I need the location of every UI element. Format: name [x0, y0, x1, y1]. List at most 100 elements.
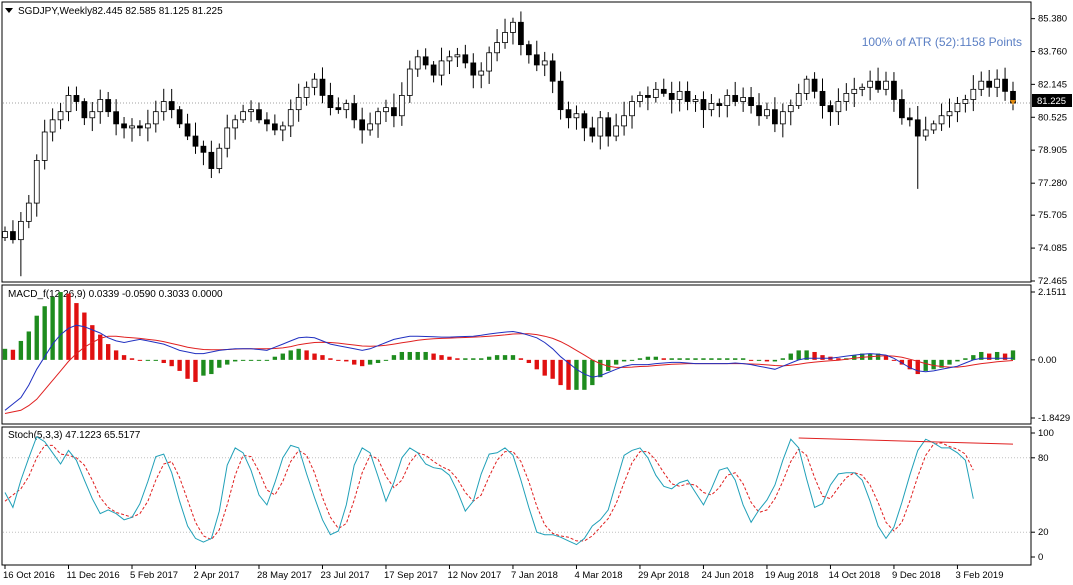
macd-histogram-bar [280, 353, 285, 360]
price-candle [589, 127, 596, 137]
macd-histogram-bar [34, 315, 39, 360]
price-candle [565, 109, 572, 119]
price-candle [65, 95, 72, 113]
macd-histogram-bar [669, 358, 674, 360]
price-candle [422, 56, 429, 66]
macd-histogram-bar [709, 358, 714, 360]
macd-histogram-bar [256, 359, 262, 361]
macd-histogram-bar [677, 358, 682, 360]
price-candle [430, 64, 437, 76]
price-candle [18, 220, 24, 241]
price-candle [264, 119, 270, 125]
current-price-label: 81.225 [1037, 96, 1066, 107]
price-candle [406, 68, 413, 96]
macd-histogram-bar [359, 359, 365, 367]
price-candle [89, 111, 96, 119]
price-candle [438, 60, 445, 76]
price-candle [208, 151, 215, 169]
macd-histogram-bar [780, 358, 786, 360]
price-candle [256, 109, 262, 121]
price-candle [73, 95, 80, 102]
price-candle [883, 80, 889, 90]
macd-histogram-bar [113, 350, 119, 360]
macd-histogram-bar [137, 359, 143, 361]
macd-histogram-bar [344, 359, 349, 362]
price-candle [859, 86, 866, 90]
macd-histogram-bar [336, 359, 341, 361]
macd-histogram-bar [375, 359, 381, 364]
price-candle [81, 101, 88, 119]
price-candle [248, 109, 254, 113]
macd-histogram-bar [2, 348, 8, 360]
time-tick-label: 4 Mar 2018 [574, 570, 622, 581]
price-candle [105, 99, 112, 113]
macd-histogram-bar [169, 359, 174, 367]
macd-histogram-bar [479, 358, 484, 360]
price-candle [525, 44, 532, 56]
price-candle [597, 117, 604, 137]
price-candle [954, 103, 961, 113]
macd-histogram-bar [240, 359, 246, 361]
macd-histogram-bar [18, 340, 24, 360]
symbol-label: SGDJPY,Weekly [18, 6, 92, 17]
macd-histogram-bar [42, 306, 47, 360]
macd-histogram-bar [296, 348, 301, 360]
price-candle [367, 123, 373, 131]
price-candle [914, 119, 921, 137]
price-candle [224, 127, 231, 149]
price-candle [756, 105, 762, 117]
price-tick-label: 77.280 [1038, 178, 1067, 189]
price-candle [700, 99, 707, 111]
macd-histogram-bar [510, 355, 516, 360]
price-candle [287, 109, 294, 127]
price-candle [708, 103, 715, 111]
price-candle [295, 97, 302, 111]
price-candle [25, 202, 32, 222]
macd-histogram-bar [217, 359, 222, 368]
macd-histogram-bar [391, 355, 397, 360]
macd-histogram-bar [177, 359, 182, 371]
macd-histogram-bar [471, 358, 476, 360]
time-tick-label: 24 Jun 2018 [701, 570, 753, 581]
time-tick-label: 17 Sep 2017 [384, 570, 438, 581]
time-tick-label: 3 Feb 2019 [955, 570, 1003, 581]
price-candle [49, 119, 56, 133]
time-tick-label: 14 Oct 2018 [828, 570, 880, 581]
price-candle [660, 88, 667, 94]
macd-histogram-bar [145, 359, 151, 361]
price-candle [621, 115, 627, 127]
price-candle [10, 231, 16, 241]
macd-histogram-bar [717, 358, 722, 360]
macd-histogram-bar [431, 353, 436, 360]
macd-histogram-bar [685, 358, 690, 360]
price-candle [57, 111, 64, 121]
price-candle [533, 54, 540, 66]
macd-histogram-bar [312, 353, 317, 360]
price-candle [510, 21, 516, 33]
price-candle [573, 113, 580, 119]
macd-histogram-bar [645, 356, 651, 360]
price-tick-label: 75.705 [1038, 210, 1067, 221]
price-candle [327, 95, 334, 109]
price-candle [518, 21, 524, 46]
price-candle [319, 78, 326, 96]
price-candle [486, 52, 493, 72]
price-candle [684, 90, 691, 102]
macd-histogram-bar [637, 358, 643, 360]
time-tick-label: 5 Feb 2017 [130, 570, 178, 581]
macd-histogram-bar [288, 350, 293, 360]
price-candle [470, 62, 477, 76]
stoch-tick-label: 20 [1038, 527, 1049, 538]
macd-histogram-bar [304, 350, 309, 360]
macd-histogram-bar [963, 358, 968, 360]
price-candle [645, 95, 651, 98]
price-candle [867, 80, 873, 88]
price-candle [184, 123, 191, 137]
price-candle [145, 123, 151, 129]
price-candle [994, 78, 1000, 88]
price-candle [168, 101, 175, 111]
macd-histogram-bar [209, 359, 214, 375]
price-candle [692, 99, 699, 102]
price-candle [2, 231, 8, 239]
macd-histogram-bar [66, 293, 71, 360]
